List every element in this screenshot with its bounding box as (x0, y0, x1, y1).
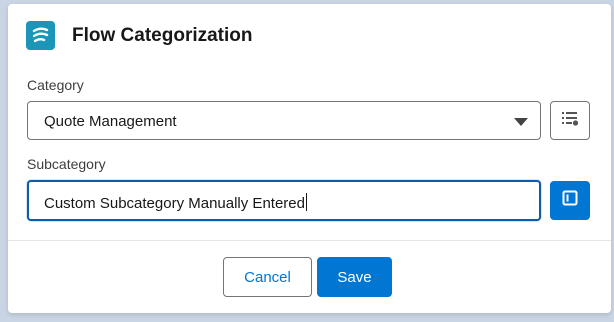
category-select[interactable]: Quote Management (27, 101, 541, 140)
modal-header: Flow Categorization (26, 21, 253, 50)
subcategory-toggle-button[interactable] (550, 181, 590, 220)
panel-icon (562, 190, 578, 211)
save-button[interactable]: Save (317, 257, 392, 297)
picklist-button[interactable] (550, 101, 590, 140)
text-cursor (305, 193, 307, 211)
category-selected-value: Quote Management (44, 113, 177, 130)
flow-icon (26, 21, 55, 50)
footer-divider (8, 240, 611, 241)
subcategory-input-value: Custom Subcategory Manually Entered (44, 193, 307, 212)
chevron-down-icon (514, 118, 528, 126)
subcategory-label: Subcategory (27, 156, 106, 172)
subcategory-text: Custom Subcategory Manually Entered (44, 195, 305, 212)
cancel-button[interactable]: Cancel (223, 257, 312, 297)
category-label: Category (27, 77, 84, 93)
subcategory-input[interactable]: Custom Subcategory Manually Entered (27, 180, 541, 221)
flow-categorization-modal: Flow Categorization Category Quote Manag… (8, 4, 611, 313)
modal-title: Flow Categorization (72, 24, 253, 46)
picklist-icon (561, 110, 579, 131)
